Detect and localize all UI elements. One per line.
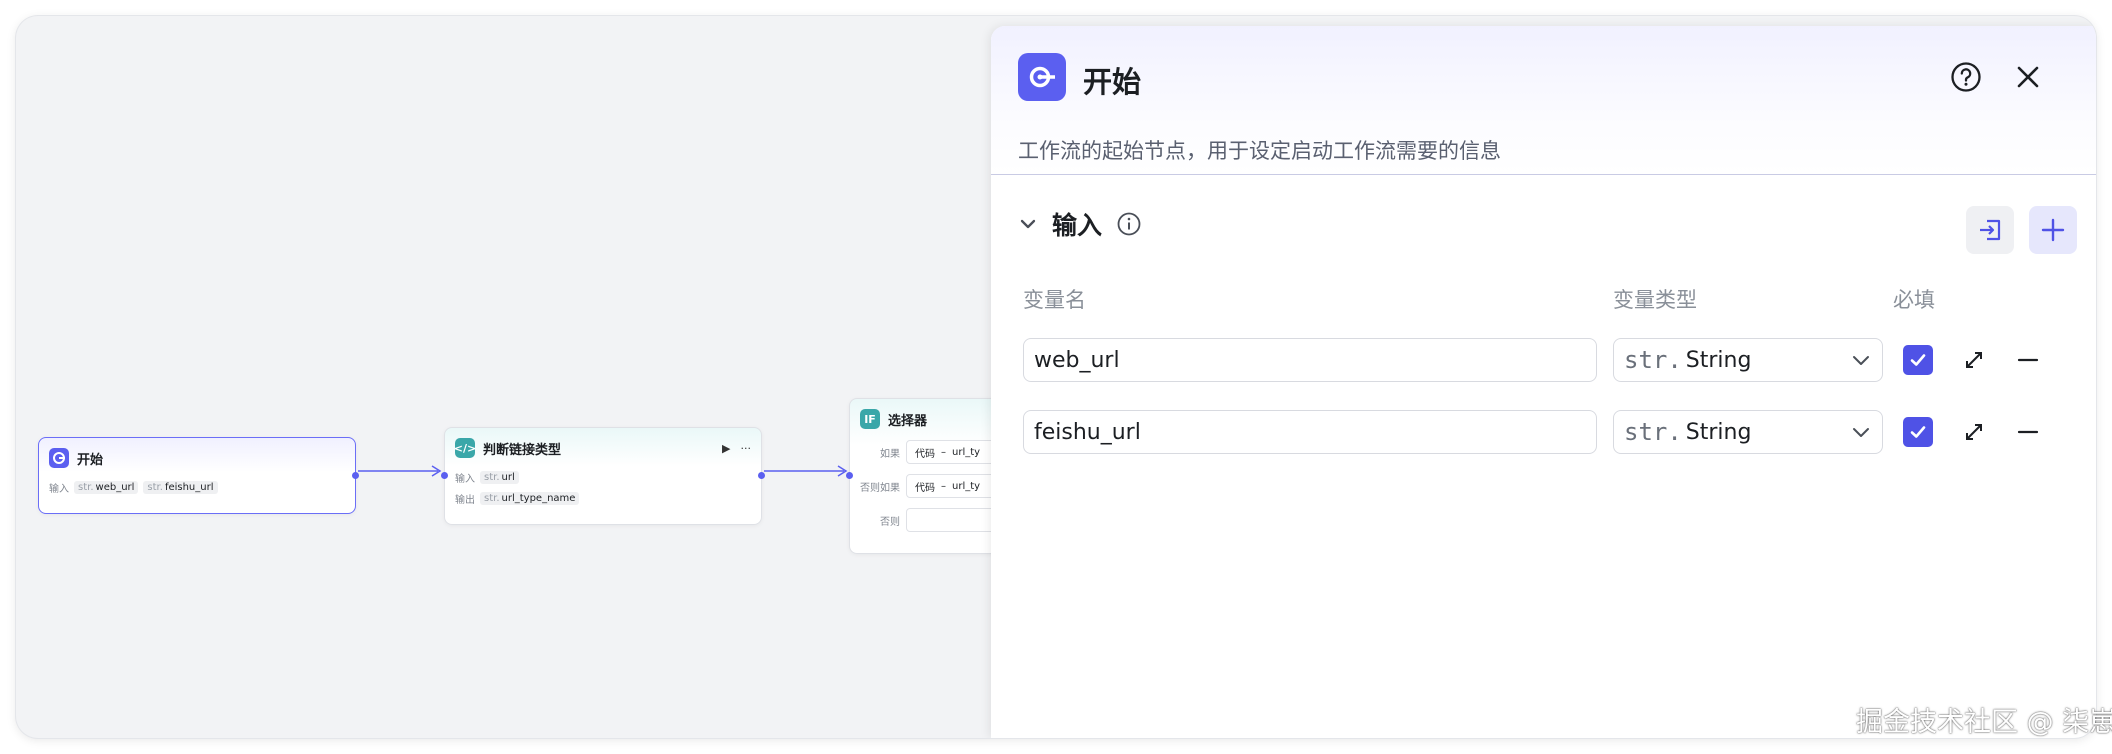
import-button[interactable] bbox=[1966, 206, 2014, 254]
section-title: 输入 bbox=[1052, 211, 1103, 240]
type-prefix: str. bbox=[1624, 346, 1682, 374]
type-label: String bbox=[1685, 347, 1752, 373]
selector-row-label: 否则 bbox=[880, 516, 900, 528]
info-icon[interactable] bbox=[1116, 211, 1142, 237]
variable-name-input[interactable] bbox=[1023, 410, 1597, 454]
play-icon[interactable]: ▶ bbox=[722, 442, 730, 455]
panel-header: 开始 工作流的起始节点，用于设定启动工作流需要的信息 bbox=[991, 26, 2096, 175]
selector-row-label: 如果 bbox=[880, 448, 900, 460]
chevron-down-icon bbox=[1853, 356, 1869, 365]
column-header-name: 变量名 bbox=[1023, 288, 1086, 312]
chevron-down-icon bbox=[1853, 428, 1869, 437]
selector-node-input-port[interactable] bbox=[846, 472, 853, 479]
help-icon[interactable] bbox=[1949, 60, 1983, 94]
column-header-required: 必填 bbox=[1893, 288, 1935, 312]
start-node-output-port[interactable] bbox=[352, 472, 359, 479]
variable-type-select[interactable]: str. String bbox=[1613, 338, 1883, 382]
selector-row-label: 否则如果 bbox=[860, 482, 900, 494]
start-node-tag: str. web_url bbox=[74, 481, 139, 494]
variable-type-select[interactable]: str. String bbox=[1613, 410, 1883, 454]
start-node-input-label: 输入 bbox=[49, 484, 69, 495]
expand-icon[interactable] bbox=[1959, 417, 1989, 447]
code-icon: </> bbox=[454, 438, 476, 458]
judge-node-input-port[interactable] bbox=[441, 472, 448, 479]
panel-description: 工作流的起始节点，用于设定启动工作流需要的信息 bbox=[1018, 139, 1501, 163]
start-icon bbox=[49, 448, 69, 468]
plus-icon bbox=[2041, 218, 2065, 242]
start-node-title: 开始 bbox=[77, 452, 104, 468]
variable-name-input[interactable] bbox=[1023, 338, 1597, 382]
start-node[interactable]: 开始 输入 str. web_url str. feishu_url bbox=[38, 437, 359, 514]
type-prefix: str. bbox=[1624, 418, 1682, 446]
selector-node-title: 选择器 bbox=[888, 413, 928, 429]
check-icon bbox=[1910, 426, 1926, 438]
add-variable-button[interactable] bbox=[2029, 206, 2077, 254]
judge-node-output-port[interactable] bbox=[758, 472, 765, 479]
more-icon[interactable]: ··· bbox=[741, 442, 752, 455]
selector-condition[interactable] bbox=[906, 508, 1000, 532]
remove-variable-icon[interactable] bbox=[2013, 345, 2043, 375]
selector-node[interactable]: IF 选择器 如果 代码 – url_ty 否则如果 代码 – url_ty 否则 bbox=[846, 398, 1010, 554]
chevron-down-icon[interactable] bbox=[1018, 214, 1038, 234]
selector-condition[interactable]: 代码 – url_ty bbox=[906, 440, 1000, 464]
judge-output-label: 输出 bbox=[455, 495, 475, 506]
edge-judge-to-select bbox=[764, 465, 848, 477]
remove-variable-icon[interactable] bbox=[2013, 417, 2043, 447]
judge-input-tag: str. url bbox=[480, 471, 519, 484]
edge-start-to-judge bbox=[358, 465, 442, 477]
required-checkbox[interactable] bbox=[1903, 417, 1933, 447]
close-icon[interactable] bbox=[2011, 60, 2045, 94]
expand-icon[interactable] bbox=[1959, 345, 1989, 375]
panel-title: 开始 bbox=[1083, 65, 1142, 99]
selector-condition[interactable]: 代码 – url_ty bbox=[906, 474, 1000, 498]
column-header-type: 变量类型 bbox=[1613, 288, 1697, 312]
input-section-header[interactable]: 输入 bbox=[1018, 206, 1142, 242]
judge-output-tag: str. url_type_name bbox=[480, 492, 580, 505]
if-icon: IF bbox=[860, 409, 880, 429]
start-node-tag: str. feishu_url bbox=[143, 481, 218, 494]
start-icon bbox=[1018, 53, 1066, 101]
judge-node[interactable]: </> 判断链接类型 ▶ ··· 输入 str. url 输出 str. url_t… bbox=[441, 427, 765, 525]
node-config-panel: 开始 工作流的起始节点，用于设定启动工作流需要的信息 输入 变量名 变量类型 必… bbox=[991, 26, 2096, 738]
judge-input-label: 输入 bbox=[455, 474, 475, 485]
workflow-editor: 开始 输入 str. web_url str. feishu_url </> 判断链… bbox=[16, 16, 2096, 738]
judge-node-title: 判断链接类型 bbox=[483, 442, 562, 458]
watermark: 掘金技术社区 @ 柒崽 bbox=[1856, 707, 2112, 738]
import-icon bbox=[1980, 219, 2001, 241]
required-checkbox[interactable] bbox=[1903, 345, 1933, 375]
check-icon bbox=[1910, 354, 1926, 366]
type-label: String bbox=[1685, 419, 1752, 445]
